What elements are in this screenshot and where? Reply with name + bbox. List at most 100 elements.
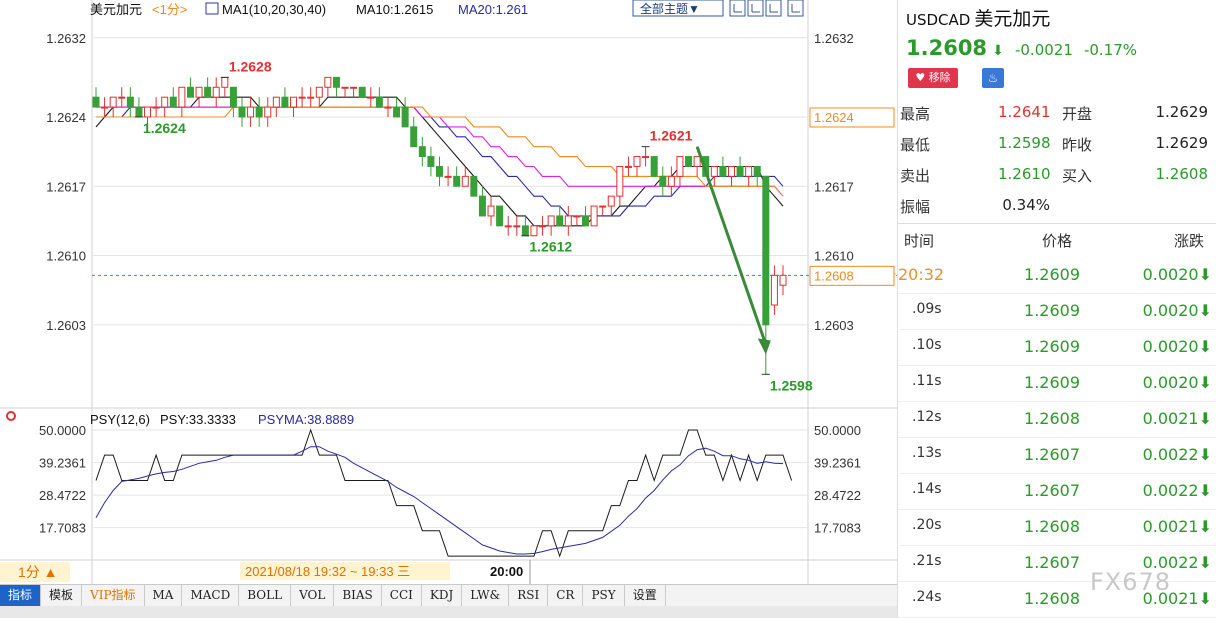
- price-change: -0.0021: [1014, 41, 1073, 59]
- quote-row: 卖出 1.2610 买入 1.2608: [898, 160, 1216, 191]
- candle-body-up: [307, 96, 315, 99]
- tick-time: .13s: [912, 445, 942, 461]
- candle-body-up: [710, 165, 718, 177]
- tick-change: 0.0020⬇: [1142, 337, 1212, 356]
- candle-body-up: [195, 86, 203, 98]
- candle-body-down: [238, 106, 246, 118]
- tick-price: 1.2609: [1024, 301, 1080, 320]
- candle-body-up: [350, 86, 358, 89]
- candle-body-up: [178, 86, 186, 108]
- indicator-tab[interactable]: MA: [145, 585, 183, 606]
- indicator-tab[interactable]: KDJ: [422, 585, 463, 606]
- extreme-label: 1.2612: [529, 239, 572, 255]
- candle-body-up: [101, 106, 109, 109]
- candle-body-up: [444, 175, 452, 178]
- candle-body-down: [470, 175, 478, 197]
- quote-value: 1.2629: [1155, 134, 1209, 152]
- psy-tick-label-left: 50.0000: [39, 423, 86, 438]
- price-change-pct: -0.17%: [1083, 41, 1138, 59]
- down-arrow-icon: ⬇: [992, 43, 1004, 59]
- candle-body-up: [161, 96, 169, 108]
- candle-body-up: [599, 205, 607, 208]
- psy-tick-label-right: 39.2361: [814, 456, 861, 471]
- candle-body-down: [410, 126, 418, 148]
- candle-body-down: [427, 156, 435, 167]
- divider: [898, 223, 1216, 224]
- indicator-tab[interactable]: CR: [548, 585, 584, 606]
- psy-tick-label-right: 50.0000: [814, 423, 861, 438]
- heart-icon: ♥: [915, 71, 926, 84]
- candle-body-up: [341, 86, 349, 89]
- candle-body-down: [496, 205, 504, 227]
- tick-header-change: 涨跌: [1174, 232, 1205, 250]
- candle-body-up: [384, 106, 392, 109]
- indicator-tab[interactable]: VIP指标: [82, 585, 145, 606]
- symbol-name: 美元加元: [974, 8, 1051, 30]
- tick-time: .14s: [912, 481, 942, 497]
- kline-chart[interactable]: 1.2632 1.2632 1.2624 1.2624 1.2617 1.2617 1.26…: [0, 0, 897, 584]
- price-tick-label-right: 1.2632: [814, 31, 854, 46]
- candle-body-up: [324, 76, 332, 88]
- indicator-tab[interactable]: MACD: [182, 585, 240, 606]
- remove-label: 移除: [928, 71, 951, 84]
- indicator-tab[interactable]: VOL: [291, 585, 335, 606]
- indicator-tab[interactable]: BOLL: [239, 585, 292, 606]
- price-tag-label: 1.2624: [814, 110, 854, 125]
- remove-button[interactable]: ♥ 移除: [908, 68, 958, 88]
- candle-body-down: [401, 106, 409, 128]
- chart-title: 美元加元: [90, 2, 142, 17]
- candle-body-down: [418, 146, 426, 158]
- candle-body-up: [109, 96, 117, 108]
- candle-body-down: [358, 86, 366, 98]
- quote-value: 0.34%: [1002, 196, 1050, 214]
- indicator-tab[interactable]: CCI: [382, 585, 422, 606]
- candle-body-up: [573, 215, 581, 218]
- psy-label: PSY(12,6): [90, 412, 150, 427]
- indicator-tab[interactable]: 模板: [41, 585, 83, 606]
- indicator-tab[interactable]: LW&: [462, 585, 510, 606]
- alert-bell-button[interactable]: ♨: [982, 68, 1004, 88]
- candle-body-up: [727, 165, 735, 177]
- quote-value: 1.2629: [1155, 103, 1209, 121]
- candle-body-up: [633, 156, 641, 167]
- tick-header-time: 时间: [904, 232, 935, 250]
- chart-area[interactable]: 1.2632 1.2632 1.2624 1.2624 1.2617 1.2617 1.26…: [0, 0, 897, 618]
- candle-body-up: [693, 156, 701, 167]
- tick-header: 时间 价格 涨跌: [898, 228, 1216, 254]
- indicator-tab[interactable]: BIAS: [334, 585, 382, 606]
- candle-body-up: [539, 225, 547, 228]
- candle-body-up: [118, 96, 126, 99]
- scroll-strip[interactable]: [0, 606, 897, 618]
- tick-change: 0.0021⬇: [1142, 409, 1212, 428]
- candle-body-up: [144, 106, 152, 118]
- candle-body-up: [667, 175, 675, 187]
- toolbar-tool-icon-0: [729, 0, 746, 17]
- candle-body-up: [624, 165, 632, 168]
- ma20-value: MA20:1.261: [458, 2, 528, 17]
- tick-price: 1.2608: [1024, 409, 1080, 428]
- tick-change: 0.0020⬇: [1142, 373, 1212, 392]
- indicator-tab[interactable]: 设置: [625, 585, 666, 606]
- candle-body-down: [478, 195, 486, 217]
- indicator-tab[interactable]: PSY: [583, 585, 625, 606]
- psy-tick-label-right: 17.7083: [814, 521, 861, 536]
- psy-tick-label-left: 17.7083: [39, 521, 86, 536]
- candle-body-down: [436, 165, 443, 177]
- candle-body-up: [152, 106, 160, 109]
- interval-label: <1分>: [152, 2, 187, 17]
- ma-legend: MA1(10,20,30,40): [222, 2, 326, 17]
- candle-body-up: [504, 225, 512, 228]
- tick-row: .13s 1.2607 0.0022⬇: [898, 438, 1216, 474]
- quote-row: 振幅 0.34%: [898, 191, 1216, 222]
- candle-body-up: [513, 225, 521, 228]
- indicator-tab[interactable]: 指标: [0, 585, 42, 606]
- candle-body-down: [685, 156, 693, 167]
- candle-body-up: [264, 106, 272, 118]
- candle-body-down: [92, 96, 100, 108]
- candle-body-up: [530, 225, 538, 237]
- ma10-value: MA10:1.2615: [356, 2, 433, 17]
- tick-price: 1.2607: [1024, 553, 1080, 572]
- indicator-tab[interactable]: RSI: [509, 585, 549, 606]
- price-tick-label-left: 1.2610: [46, 249, 86, 264]
- candle-body-down: [650, 156, 658, 177]
